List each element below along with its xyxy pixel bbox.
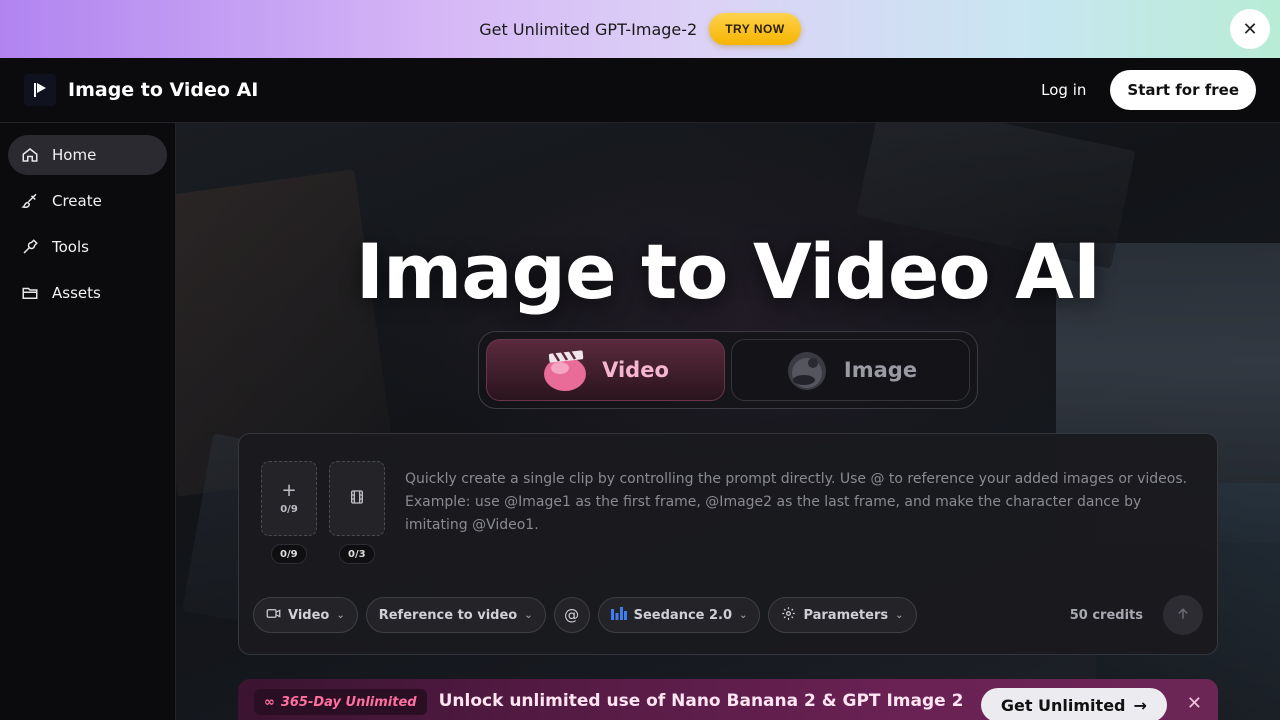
sidebar-item-label: Create xyxy=(52,192,102,210)
chevron-down-icon: ⌄ xyxy=(524,609,533,621)
login-link[interactable]: Log in xyxy=(1041,81,1086,99)
get-unlimited-label: Get Unlimited xyxy=(1000,695,1126,715)
promo-bar: Get Unlimited GPT-Image-2 TRY NOW ✕ xyxy=(0,0,1280,58)
sidebar-item-home[interactable]: Home xyxy=(8,135,167,175)
sidebar-item-assets[interactable]: Assets xyxy=(8,273,167,313)
start-for-free-button[interactable]: Start for free xyxy=(1110,70,1256,110)
sidebar: Home Create Tools Assets xyxy=(0,123,176,720)
add-video-slot[interactable] xyxy=(329,461,385,536)
infinity-icon: ∞ xyxy=(264,694,275,710)
prompt-input[interactable]: Quickly create a single clip by controll… xyxy=(405,468,1195,537)
tab-video-label: Video xyxy=(602,358,669,382)
sidebar-item-label: Home xyxy=(52,146,97,164)
parameters-select[interactable]: Parameters ⌄ xyxy=(768,597,917,633)
video-camera-icon xyxy=(266,606,281,625)
promo-close-button[interactable]: ✕ xyxy=(1230,9,1270,49)
tab-video[interactable]: Video xyxy=(486,339,725,401)
plus-icon: + xyxy=(281,480,297,501)
sidebar-item-label: Tools xyxy=(52,238,89,256)
credits-count: 50 credits xyxy=(1069,607,1143,623)
sidebar-item-create[interactable]: Create xyxy=(8,181,167,221)
parameters-label: Parameters xyxy=(803,607,889,623)
tab-image-label: Image xyxy=(843,358,918,382)
unlimited-tag-label: 365-Day Unlimited xyxy=(280,694,417,710)
model-bars-icon xyxy=(610,606,627,624)
submit-button[interactable] xyxy=(1163,595,1203,635)
arrow-up-icon xyxy=(1176,606,1190,625)
site-header: Image to Video AI Log in Start for free xyxy=(0,58,1280,123)
logo[interactable] xyxy=(24,74,56,106)
sidebar-item-label: Assets xyxy=(52,284,101,302)
brand-name[interactable]: Image to Video AI xyxy=(68,79,258,101)
at-icon: @ xyxy=(564,606,580,624)
prompt-panel: + 0/9 0/9 0/3 Quickly create a single cl… xyxy=(238,433,1218,655)
mode-switch: Video Image xyxy=(478,331,978,409)
model-label: Seedance 2.0 xyxy=(633,607,733,623)
unlimited-banner: ∞ 365-Day Unlimited Unlock unlimited use… xyxy=(238,679,1218,720)
tab-image[interactable]: Image xyxy=(731,339,970,401)
model-select[interactable]: Seedance 2.0 ⌄ xyxy=(597,597,761,633)
film-icon xyxy=(349,489,365,509)
arrow-right-icon: → xyxy=(1133,695,1147,715)
generation-mode-label: Reference to video xyxy=(378,607,518,623)
wrench-icon xyxy=(20,237,40,257)
promo-text: Get Unlimited GPT-Image-2 xyxy=(479,19,698,39)
home-icon xyxy=(20,145,40,165)
unlimited-tag: ∞ 365-Day Unlimited xyxy=(254,689,427,715)
lens-icon xyxy=(784,348,830,392)
folder-icon xyxy=(20,283,40,303)
image-slot-badge: 0/9 xyxy=(271,544,307,564)
output-type-select[interactable]: Video ⌄ xyxy=(253,597,358,633)
brush-icon xyxy=(20,191,40,211)
add-image-slot[interactable]: + 0/9 xyxy=(261,461,317,536)
clapper-icon xyxy=(542,348,588,392)
sidebar-item-tools[interactable]: Tools xyxy=(8,227,167,267)
image-slot-count: 0/9 xyxy=(280,504,298,515)
get-unlimited-button[interactable]: Get Unlimited → xyxy=(980,688,1167,720)
mention-button[interactable]: @ xyxy=(553,597,590,633)
video-slot-badge: 0/3 xyxy=(339,544,375,564)
page-title: Image to Video AI xyxy=(355,227,1101,316)
chevron-down-icon: ⌄ xyxy=(739,609,748,621)
banner-close-icon[interactable]: ✕ xyxy=(1187,693,1202,714)
play-logo-icon xyxy=(34,83,46,97)
chevron-down-icon: ⌄ xyxy=(895,609,904,621)
close-icon: ✕ xyxy=(1242,18,1258,40)
gear-icon xyxy=(781,606,796,625)
chevron-down-icon: ⌄ xyxy=(336,609,345,621)
prompt-toolbar: Video ⌄ Reference to video ⌄ @ Seedance … xyxy=(253,595,1203,635)
banner-text: Unlock unlimited use of Nano Banana 2 & … xyxy=(438,691,964,711)
main-content: Image to Video AI Video Image + 0/9 0/9 … xyxy=(176,123,1280,720)
try-now-button[interactable]: TRY NOW xyxy=(709,13,801,45)
generation-mode-select[interactable]: Reference to video ⌄ xyxy=(365,597,546,633)
output-type-label: Video xyxy=(288,607,330,623)
